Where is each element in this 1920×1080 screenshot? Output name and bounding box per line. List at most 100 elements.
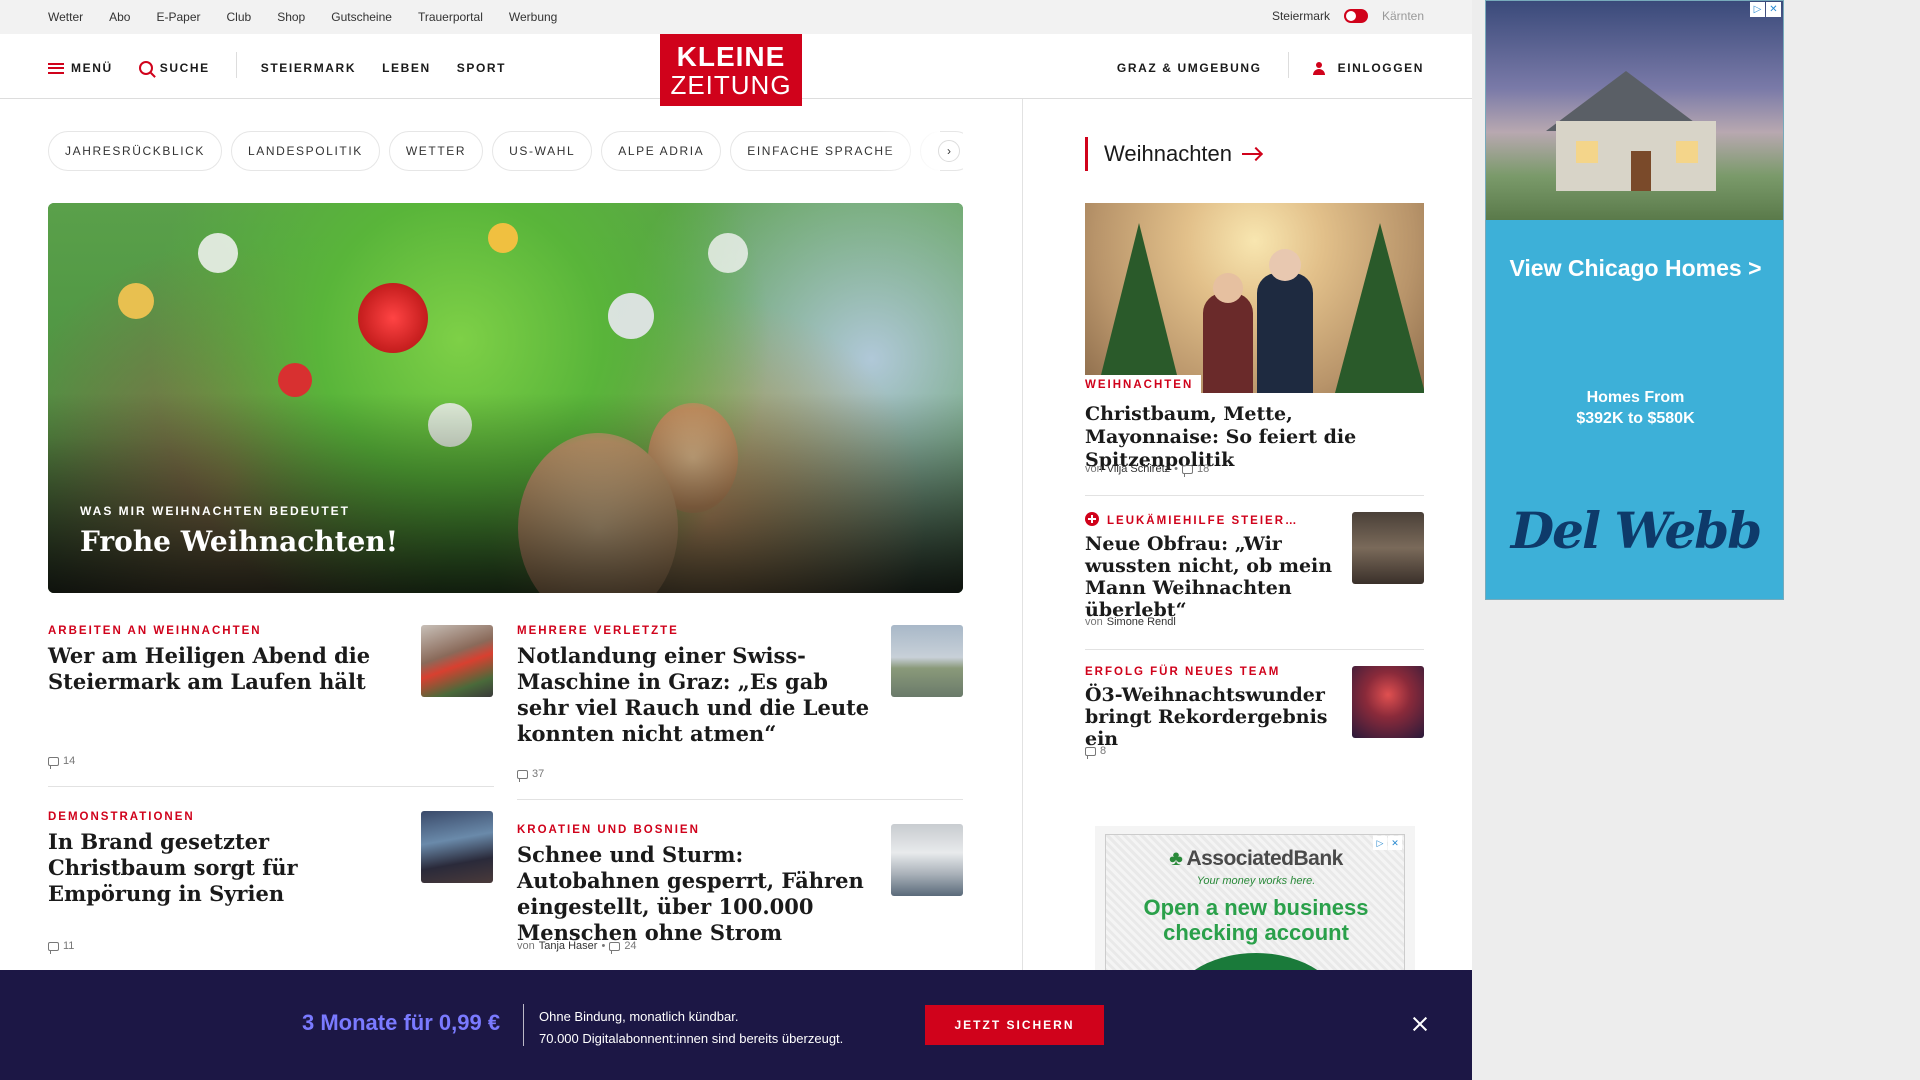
sidebar-kicker-label: LEUKÄMIEHILFE STEIER…	[1107, 515, 1299, 527]
menu-button[interactable]: MENÜ	[48, 61, 113, 75]
article-teaser[interactable]: DEMONSTRATIONEN In Brand gesetzter Chris…	[48, 811, 388, 907]
article-headline[interactable]: Notlandung einer Swiss-Maschine in Graz:…	[517, 643, 877, 747]
author-link[interactable]: Tanja Haser	[539, 940, 598, 952]
site-logo[interactable]: KLEINE ZEITUNG	[660, 34, 802, 106]
utility-link-club[interactable]: Club	[227, 10, 252, 24]
feature-meta: von Vilja Schiretz • 18	[1085, 463, 1209, 477]
hero-shade	[48, 393, 963, 593]
article-headline[interactable]: Wer am Heiligen Abend die Steiermark am …	[48, 643, 388, 695]
nav-sport[interactable]: SPORT	[457, 61, 506, 75]
sidebar-teaser[interactable]: ERFOLG FÜR NEUES TEAM Ö3-Weihnachtswunde…	[1085, 666, 1340, 750]
chips-fade	[880, 131, 940, 171]
ornament-decoration	[118, 283, 154, 319]
logo-line-1: KLEINE	[676, 40, 786, 72]
author-link[interactable]: Simone Rendl	[1107, 616, 1176, 628]
utility-links: Wetter Abo E-Paper Club Shop Gutscheine …	[48, 10, 583, 24]
article-thumbnail[interactable]	[421, 625, 493, 697]
search-button[interactable]: SUCHE	[138, 61, 210, 75]
chip-us-wahl[interactable]: US-WAHL	[492, 131, 593, 171]
nav-leben[interactable]: LEBEN	[382, 61, 431, 75]
hero-title[interactable]: Frohe Weihnachten!	[80, 525, 398, 558]
comment-count[interactable]: 8	[1100, 745, 1106, 757]
ornament-decoration	[608, 293, 654, 339]
sidebar-thumbnail[interactable]	[1352, 666, 1424, 738]
utility-link-werbung[interactable]: Werbung	[509, 10, 557, 24]
comment-count[interactable]: 11	[63, 940, 74, 952]
section-title-label: Weihnachten	[1104, 141, 1233, 166]
chip-alpe-adria[interactable]: ALPE ADRIA	[601, 131, 722, 171]
header-divider	[235, 52, 237, 78]
main-header: MENÜ SUCHE STEIERMARK LEBEN SPORT KLEINE…	[0, 34, 1472, 106]
bank-headline-line: Open a new business	[1143, 895, 1369, 920]
section-title-weihnachten[interactable]: Weihnachten	[1085, 137, 1261, 171]
region-steiermark[interactable]: Steiermark	[1272, 9, 1330, 23]
article-teaser[interactable]: KROATIEN UND BOSNIEN Schnee und Sturm: A…	[517, 824, 877, 946]
ad-cta[interactable]: View Chicago Homes >	[1486, 255, 1783, 282]
comment-icon	[1182, 464, 1193, 477]
site-container: Wetter Abo E-Paper Club Shop Gutscheine …	[0, 0, 1472, 1080]
close-icon[interactable]: ✕	[1766, 2, 1781, 17]
promo-divider	[523, 1004, 524, 1046]
divider	[1085, 495, 1424, 496]
utility-link-shop[interactable]: Shop	[277, 10, 305, 24]
hero-teaser[interactable]: WAS MIR WEIHNACHTEN BEDEUTET Frohe Weihn…	[48, 203, 963, 593]
utility-link-wetter[interactable]: Wetter	[48, 10, 83, 24]
comment-count[interactable]: 24	[624, 940, 636, 952]
utility-link-abo[interactable]: Abo	[109, 10, 130, 24]
article-thumbnail[interactable]	[891, 824, 963, 896]
article-thumbnail[interactable]	[891, 625, 963, 697]
article-teaser[interactable]: ARBEITEN AN WEIHNACHTEN Wer am Heiligen …	[48, 625, 388, 695]
article-headline[interactable]: In Brand gesetzter Christbaum sorgt für …	[48, 829, 388, 907]
promo-line: 70.000 Digitalabonnent:innen sind bereit…	[539, 1031, 844, 1046]
sidebar-thumbnail[interactable]	[1352, 512, 1424, 584]
comment-count[interactable]: 37	[532, 768, 544, 780]
bank-name: AssociatedBank	[1186, 847, 1343, 870]
article-kicker: DEMONSTRATIONEN	[48, 811, 195, 823]
tree-shape	[1335, 223, 1424, 393]
search-icon	[138, 61, 153, 75]
article-kicker: ARBEITEN AN WEIHNACHTEN	[48, 625, 262, 637]
chips-next-button[interactable]: ›	[938, 140, 960, 162]
chip-jahresrueckblick[interactable]: JAHRESRÜCKBLICK	[48, 131, 223, 171]
sidebar-headline[interactable]: Ö3-Weihnachtswunder bringt Rekordergebni…	[1085, 684, 1340, 750]
region-switch: Steiermark Kärnten	[1272, 9, 1424, 23]
author-link[interactable]: Vilja Schiretz	[1107, 463, 1170, 475]
login-button[interactable]: EINLOGGEN	[1312, 61, 1424, 75]
comment-count[interactable]: 14	[63, 755, 75, 767]
chip-wetter[interactable]: WETTER	[388, 131, 484, 171]
feature-image[interactable]	[1085, 203, 1424, 393]
house-door	[1631, 151, 1651, 191]
topic-chips: JAHRESRÜCKBLICK LANDESPOLITIK WETTER US-…	[48, 131, 963, 171]
sidebar-headline[interactable]: Neue Obfrau: „Wir wussten nicht, ob mein…	[1085, 533, 1340, 621]
article-teaser[interactable]: MEHRERE VERLETZTE Notlandung einer Swiss…	[517, 625, 877, 747]
sidebar-teaser[interactable]: LEUKÄMIEHILFE STEIER… Neue Obfrau: „Wir …	[1085, 512, 1340, 621]
chip-landespolitik[interactable]: LANDESPOLITIK	[231, 131, 380, 171]
article-headline[interactable]: Schnee und Sturm: Autobahnen gesperrt, F…	[517, 842, 877, 946]
ornament-decoration	[358, 283, 428, 353]
promo-text: Ohne Bindung, monatlich kündbar. 70.000 …	[539, 1006, 843, 1050]
meta-separator: •	[1174, 463, 1178, 475]
article-kicker: MEHRERE VERLETZTE	[517, 625, 679, 637]
promo-price: 3 Monate für 0,99 €	[302, 1010, 501, 1035]
divider	[1085, 649, 1424, 650]
adchoices-icon[interactable]: ▷	[1750, 2, 1765, 17]
nav-graz-umgebung[interactable]: GRAZ & UMGEBUNG	[1117, 61, 1262, 75]
close-icon[interactable]	[1410, 1014, 1430, 1034]
comment-icon	[609, 941, 621, 954]
hero-kicker: WAS MIR WEIHNACHTEN BEDEUTET	[80, 504, 350, 518]
nav-steiermark[interactable]: STEIERMARK	[261, 61, 356, 75]
comment-count[interactable]: 18	[1197, 463, 1209, 475]
article-thumbnail[interactable]	[421, 811, 493, 883]
region-kaernten[interactable]: Kärnten	[1382, 9, 1424, 23]
feature-teaser[interactable]: Christbaum, Mette, Mayonnaise: So feiert…	[1085, 403, 1424, 472]
utility-link-epaper[interactable]: E-Paper	[156, 10, 200, 24]
homes-advertisement[interactable]: ▷ ✕ View Chicago Homes > Homes From $392…	[1485, 0, 1784, 600]
utility-link-trauerportal[interactable]: Trauerportal	[418, 10, 483, 24]
region-toggle[interactable]	[1343, 9, 1368, 23]
subscribe-button[interactable]: JETZT SICHERN	[925, 1005, 1104, 1045]
divider	[48, 786, 494, 787]
ad-controls: ▷ ✕	[1750, 2, 1781, 17]
feature-headline[interactable]: Christbaum, Mette, Mayonnaise: So feiert…	[1085, 403, 1424, 472]
utility-link-gutscheine[interactable]: Gutscheine	[331, 10, 392, 24]
search-label: SUCHE	[159, 61, 210, 75]
